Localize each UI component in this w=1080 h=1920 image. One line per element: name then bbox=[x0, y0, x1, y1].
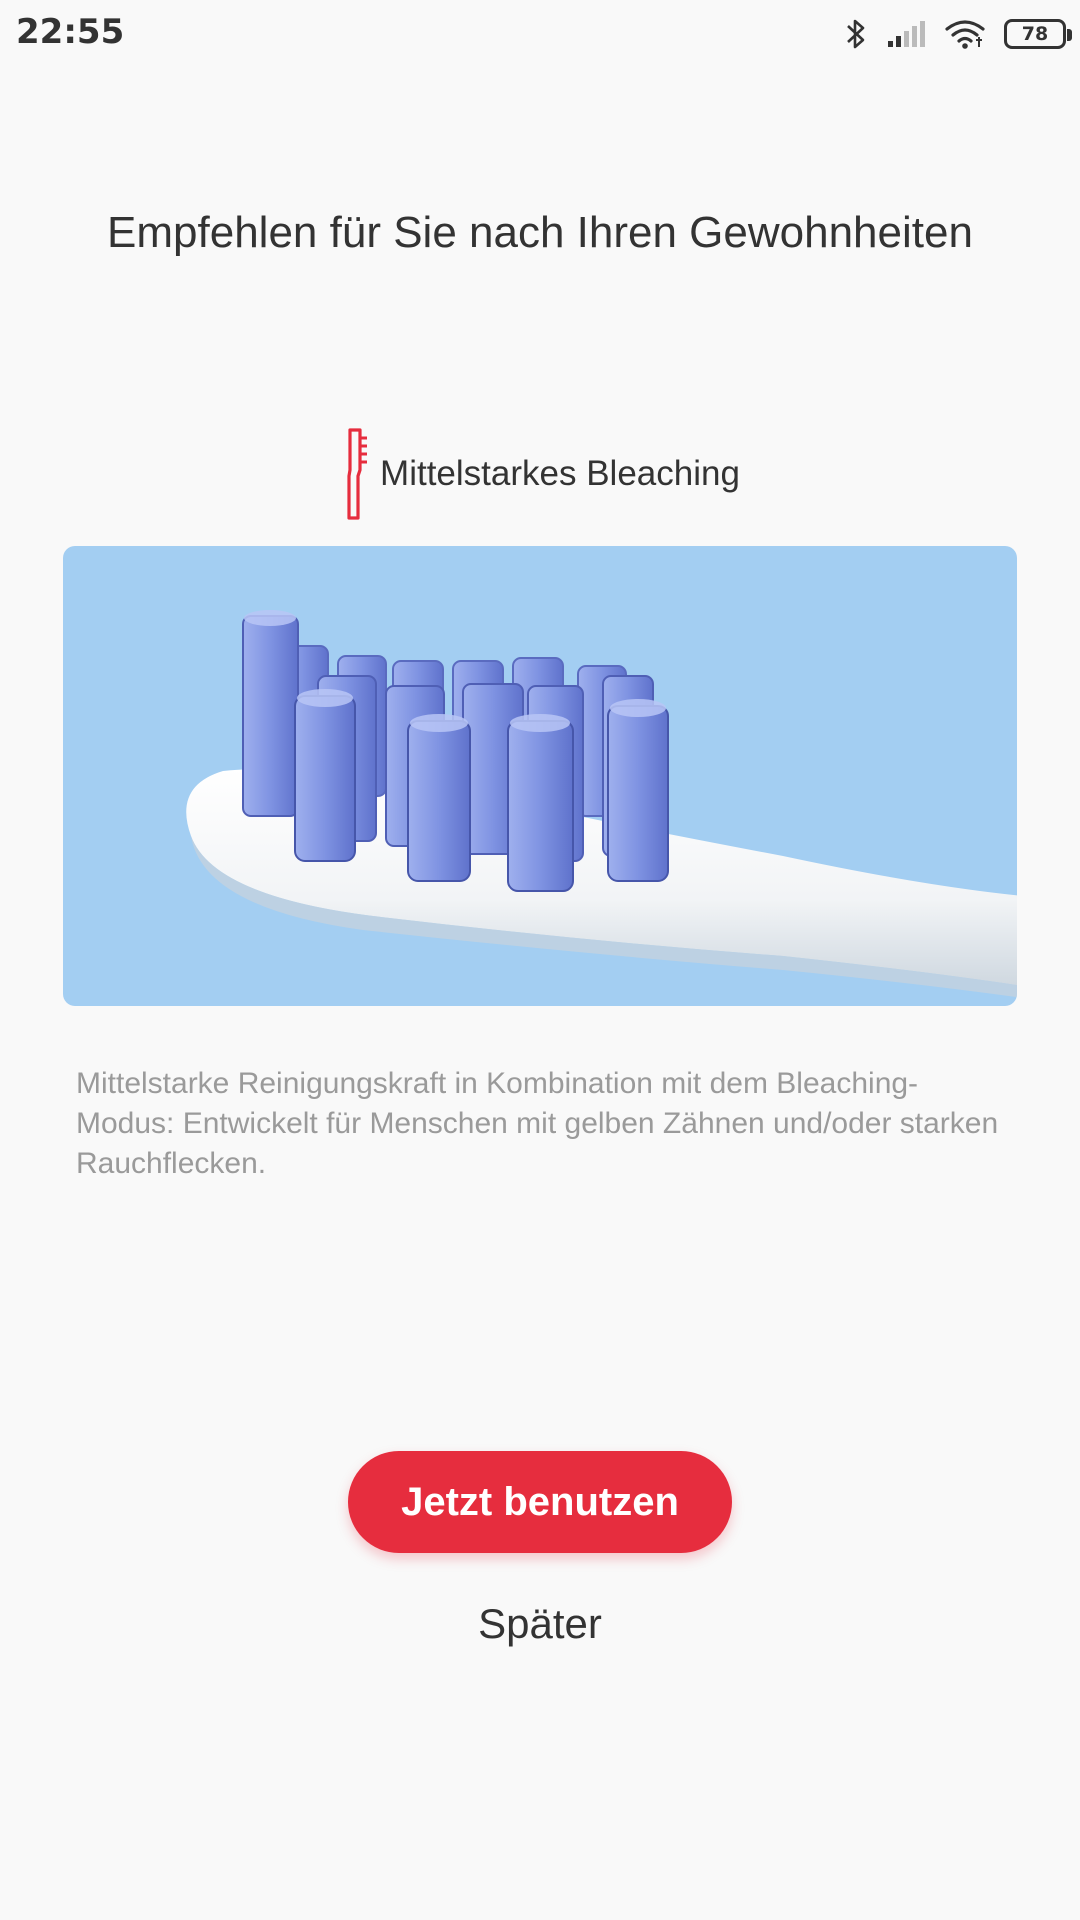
later-button[interactable]: Später bbox=[0, 1600, 1080, 1648]
battery-icon: 78 bbox=[1004, 19, 1072, 49]
toothbrush-icon bbox=[340, 426, 370, 522]
bluetooth-icon bbox=[844, 16, 868, 52]
page-title: Empfehlen für Sie nach Ihren Gewohnheite… bbox=[107, 208, 973, 257]
status-bar: 22:55 78 bbox=[0, 0, 1080, 66]
toothbrush-head-image bbox=[63, 546, 1017, 1006]
status-time: 22:55 bbox=[16, 12, 125, 52]
status-icons: 78 bbox=[826, 14, 1072, 54]
mode-header: Mittelstarkes Bleaching bbox=[0, 426, 1080, 522]
signal-icon bbox=[886, 19, 926, 49]
mode-description: Mittelstarke Reinigungskraft in Kombinat… bbox=[76, 1067, 999, 1180]
use-now-button[interactable]: Jetzt benutzen bbox=[348, 1451, 732, 1553]
mode-name: Mittelstarkes Bleaching bbox=[380, 454, 740, 493]
wifi-icon bbox=[944, 18, 986, 50]
